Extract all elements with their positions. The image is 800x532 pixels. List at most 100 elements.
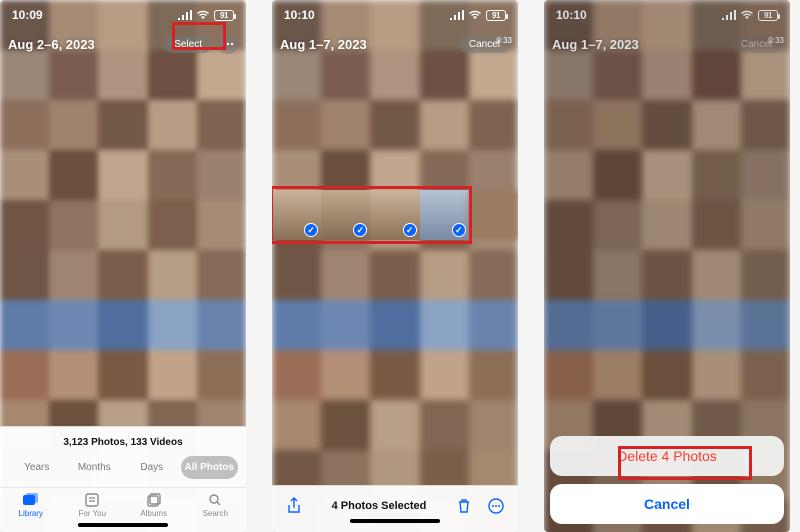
photo-thumbnail[interactable]: [0, 100, 49, 150]
home-indicator[interactable]: [350, 519, 440, 523]
selection-count-label: 4 Photos Selected: [332, 500, 427, 512]
photo-thumbnail[interactable]: [197, 250, 246, 300]
filter-months[interactable]: Months: [66, 456, 124, 479]
photo-thumbnail[interactable]: [272, 400, 321, 450]
selected-photo[interactable]: ✓: [370, 190, 419, 240]
delete-photos-button[interactable]: Delete 4 Photos: [550, 436, 784, 476]
albums-icon: [123, 492, 185, 508]
filter-years[interactable]: Years: [8, 456, 66, 479]
tab-for-you[interactable]: For You: [62, 492, 124, 518]
photo-thumbnail[interactable]: [321, 350, 370, 400]
select-button[interactable]: Select: [164, 36, 212, 53]
photo-thumbnail[interactable]: [148, 350, 197, 400]
wifi-icon: [196, 10, 210, 20]
photo-thumbnail[interactable]: [0, 200, 49, 250]
selected-photo[interactable]: ✓: [321, 190, 370, 240]
photo-thumbnail[interactable]: [0, 250, 49, 300]
photo-thumbnail[interactable]: [98, 250, 147, 300]
photo-thumbnail[interactable]: [420, 400, 469, 450]
photo-thumbnail[interactable]: [0, 350, 49, 400]
photo-thumbnail[interactable]: [420, 250, 469, 300]
time-filter-segmented[interactable]: Years Months Days All Photos: [0, 456, 246, 487]
photo-thumbnail[interactable]: [420, 100, 469, 150]
photo-thumbnail[interactable]: [98, 350, 147, 400]
selection-checkmark-icon: ✓: [403, 223, 417, 237]
more-menu-button[interactable]: [218, 34, 238, 54]
selection-toolbar: 4 Photos Selected: [272, 485, 518, 532]
library-header: Aug 2–6, 2023 Select: [0, 30, 246, 58]
date-range-title: Aug 2–6, 2023: [8, 37, 95, 52]
photo-thumbnail[interactable]: [272, 350, 321, 400]
trash-button[interactable]: [454, 496, 474, 516]
selection-checkmark-icon: ✓: [353, 223, 367, 237]
tab-library[interactable]: Library: [0, 492, 62, 518]
for-you-icon: [62, 492, 124, 508]
photo-thumbnail[interactable]: [420, 300, 469, 350]
photo-thumbnail[interactable]: [197, 200, 246, 250]
selection-header: Aug 1–7, 2023 Cancel: [272, 30, 518, 58]
photo-thumbnail[interactable]: [370, 250, 419, 300]
photo-thumbnail[interactable]: [49, 150, 98, 200]
photo-thumbnail[interactable]: [197, 150, 246, 200]
photo-thumbnail[interactable]: [197, 350, 246, 400]
photo-thumbnail[interactable]: [49, 300, 98, 350]
photo-thumbnail[interactable]: [370, 100, 419, 150]
video-duration-badge: 0:33: [496, 36, 512, 530]
library-icon: [0, 492, 62, 508]
status-bar: 10:10 91: [272, 6, 518, 24]
battery-icon: 91: [486, 10, 506, 21]
cellular-icon: [178, 10, 192, 20]
status-time: 10:10: [284, 8, 315, 22]
battery-icon: 91: [214, 10, 234, 21]
photo-thumbnail[interactable]: [272, 100, 321, 150]
tab-albums[interactable]: Albums: [123, 492, 185, 518]
photo-thumbnail[interactable]: [420, 350, 469, 400]
photo-thumbnail[interactable]: [272, 300, 321, 350]
photo-thumbnail[interactable]: [370, 400, 419, 450]
selected-photos-row: ✓ ✓ ✓ ✓: [272, 190, 518, 240]
photo-thumbnail[interactable]: [272, 250, 321, 300]
photo-thumbnail[interactable]: [370, 300, 419, 350]
home-indicator[interactable]: [78, 523, 168, 527]
photo-thumbnail[interactable]: [321, 400, 370, 450]
photo-thumbnail[interactable]: [148, 200, 197, 250]
photo-thumbnail[interactable]: [148, 150, 197, 200]
photo-thumbnail[interactable]: [0, 300, 49, 350]
photo-thumbnail[interactable]: [49, 350, 98, 400]
photo-thumbnail[interactable]: [197, 100, 246, 150]
tab-search[interactable]: Search: [185, 492, 247, 518]
photo-thumbnail[interactable]: [148, 250, 197, 300]
photo-thumbnail[interactable]: [321, 250, 370, 300]
photo-thumbnail[interactable]: [0, 150, 49, 200]
photo-thumbnail[interactable]: [98, 150, 147, 200]
tab-bar: Library For You Albums Search: [0, 487, 246, 520]
more-options-button[interactable]: [486, 496, 506, 516]
screen-delete-confirm: 10:10 91 Aug 1–7, 2023 Cancel 0:33 Delet…: [544, 0, 790, 532]
filter-days[interactable]: Days: [123, 456, 181, 479]
filter-all-photos[interactable]: All Photos: [181, 456, 239, 479]
photo-thumbnail[interactable]: [98, 200, 147, 250]
photo-thumbnail[interactable]: [197, 300, 246, 350]
share-button[interactable]: [284, 496, 304, 516]
photo-thumbnail[interactable]: [98, 300, 147, 350]
selected-photo[interactable]: ✓: [272, 190, 321, 240]
photo-thumbnail[interactable]: [49, 200, 98, 250]
photo-thumbnail[interactable]: [148, 100, 197, 150]
date-range-title: Aug 1–7, 2023: [280, 37, 367, 52]
photo-thumbnail[interactable]: [98, 100, 147, 150]
selected-photo[interactable]: ✓: [420, 190, 469, 240]
selection-checkmark-icon: ✓: [304, 223, 318, 237]
library-bottom-panel: 3,123 Photos, 133 Videos Years Months Da…: [0, 426, 246, 532]
photo-grid[interactable]: [272, 0, 518, 532]
cellular-icon: [450, 10, 464, 20]
wifi-icon: [468, 10, 482, 20]
action-sheet-cancel-button[interactable]: Cancel: [550, 484, 784, 524]
photo-thumbnail[interactable]: [321, 100, 370, 150]
photo-thumbnail[interactable]: [49, 100, 98, 150]
library-counts: 3,123 Photos, 133 Videos: [0, 433, 246, 456]
photo-thumbnail[interactable]: [49, 250, 98, 300]
photo-thumbnail[interactable]: [148, 300, 197, 350]
photo-thumbnail[interactable]: [321, 300, 370, 350]
status-time: 10:09: [12, 8, 43, 22]
photo-thumbnail[interactable]: [370, 350, 419, 400]
